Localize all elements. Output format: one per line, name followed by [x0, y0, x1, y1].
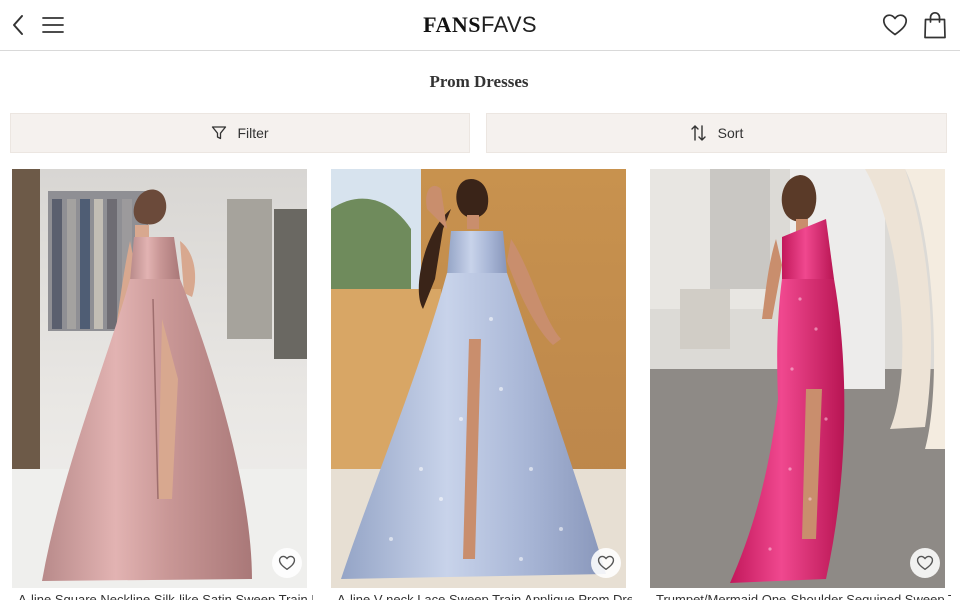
add-to-wishlist-heart-icon[interactable]	[272, 548, 302, 578]
add-to-wishlist-heart-icon[interactable]	[591, 548, 621, 578]
shopping-bag-icon[interactable]	[920, 9, 950, 41]
product-card[interactable]	[650, 169, 945, 588]
product-name[interactable]: A-line V-neck Lace Sweep Train Applique …	[337, 592, 632, 600]
hamburger-menu-icon[interactable]	[40, 13, 66, 37]
product-name[interactable]: A-line Square Neckline Silk-like Satin S…	[18, 592, 313, 600]
brand-logo[interactable]: FANSFAVS	[380, 12, 580, 38]
filter-funnel-icon	[212, 126, 227, 140]
logo-part-fans: FANS	[423, 12, 481, 37]
filter-button[interactable]: Filter	[10, 113, 470, 153]
back-arrow-icon[interactable]	[6, 12, 30, 38]
product-image	[12, 169, 307, 588]
sort-arrows-icon	[690, 125, 706, 141]
wishlist-heart-icon[interactable]	[880, 11, 910, 39]
product-card[interactable]	[12, 169, 307, 588]
filter-label: Filter	[237, 125, 269, 141]
page-title: Prom Dresses	[429, 72, 529, 91]
product-image	[650, 169, 945, 588]
product-image	[331, 169, 626, 588]
sort-label: Sort	[717, 125, 744, 141]
add-to-wishlist-heart-icon[interactable]	[910, 548, 940, 578]
sort-button[interactable]: Sort	[486, 113, 947, 153]
product-name[interactable]: Trumpet/Mermaid One-Shoulder Sequined Sw…	[656, 592, 951, 600]
product-card[interactable]	[331, 169, 626, 588]
top-navigation-bar: FANSFAVS	[0, 0, 960, 51]
logo-part-favs: FAVS	[481, 12, 537, 37]
